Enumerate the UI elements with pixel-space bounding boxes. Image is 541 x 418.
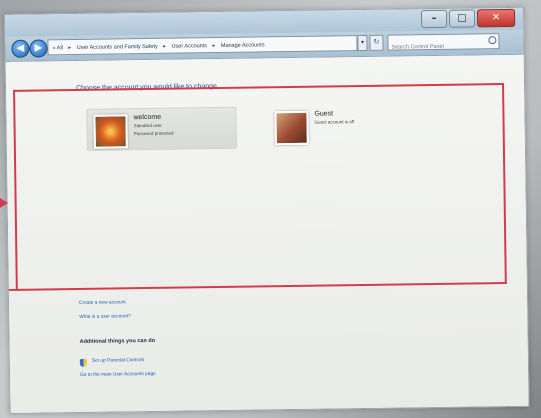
search-box[interactable] bbox=[387, 33, 500, 56]
account-password-status: Password protected bbox=[133, 130, 174, 137]
search-input[interactable] bbox=[388, 38, 490, 56]
annotation-line bbox=[502, 83, 507, 285]
account-info: Guest Guest account is off bbox=[314, 110, 354, 127]
address-dropdown-button[interactable]: ▾ bbox=[357, 34, 368, 52]
annotation-line bbox=[8, 282, 507, 291]
maximize-button[interactable]: □ bbox=[448, 9, 476, 28]
search-icon[interactable] bbox=[488, 36, 497, 45]
main-content: Choose the account you would like to cha… bbox=[5, 54, 529, 413]
breadcrumb-manage-accounts[interactable]: Manage Accounts bbox=[221, 42, 265, 49]
guest-picture-icon bbox=[274, 110, 309, 146]
flower-picture-icon bbox=[93, 114, 128, 149]
breadcrumb-separator[interactable]: ▸ bbox=[68, 45, 71, 51]
what-is-account-link[interactable]: What is a user account? bbox=[79, 314, 131, 320]
caption-buttons: – □ ✕ bbox=[420, 8, 516, 29]
breadcrumb-all[interactable]: « All bbox=[52, 45, 62, 51]
account-tile-welcome[interactable]: welcome Standard user Password protected bbox=[86, 106, 237, 151]
main-user-accounts-link[interactable]: Go to the main User Accounts page bbox=[80, 372, 156, 378]
breadcrumb-user-accounts[interactable]: User Accounts bbox=[172, 43, 208, 49]
refresh-button[interactable]: ↻ bbox=[369, 34, 384, 51]
forward-button[interactable]: ▶ bbox=[29, 39, 48, 58]
breadcrumb-user-accounts-family-safety[interactable]: User Accounts and Family Safety bbox=[77, 44, 158, 51]
breadcrumb-separator[interactable]: ▸ bbox=[163, 44, 166, 50]
back-button[interactable]: ◀ bbox=[11, 39, 30, 58]
create-account-link[interactable]: Create a new account bbox=[79, 300, 126, 306]
parental-controls-link[interactable]: Set up Parental Controls bbox=[92, 358, 144, 364]
address-bar[interactable]: « All ▸ User Accounts and Family Safety … bbox=[47, 35, 358, 56]
annotation-arrow-icon bbox=[0, 198, 8, 208]
annotation-line bbox=[13, 89, 18, 291]
minimize-button[interactable]: – bbox=[420, 9, 448, 29]
account-tile-guest[interactable]: Guest Guest account is off bbox=[268, 105, 399, 147]
explorer-window: – □ ✕ ◀ ▶ « All ▸ User Accounts and Fami… bbox=[4, 6, 530, 414]
additional-things-heading: Additional things you can do bbox=[79, 337, 156, 345]
shield-icon bbox=[79, 358, 87, 367]
account-status: Guest account is off bbox=[314, 119, 355, 125]
close-button[interactable]: ✕ bbox=[476, 8, 516, 28]
breadcrumb-separator[interactable]: ▸ bbox=[213, 43, 216, 49]
account-info: welcome Standard user Password protected bbox=[133, 114, 173, 139]
